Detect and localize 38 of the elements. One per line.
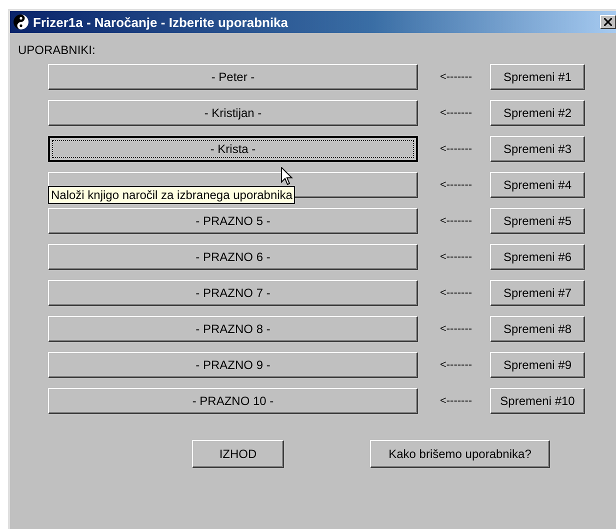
arrow-text: <-------: [438, 71, 474, 83]
user-button[interactable]: - Peter -: [48, 64, 418, 90]
window-title: Frizer1a - Naročanje - Izberite uporabnika: [33, 14, 290, 30]
help-button[interactable]: Kako brišemo uporabnika?: [370, 440, 550, 468]
arrow-text: <-------: [438, 215, 474, 227]
edit-button[interactable]: Spremeni #10: [490, 388, 585, 414]
user-button[interactable]: - Kristijan -: [48, 100, 418, 126]
arrow-text: <-------: [438, 359, 474, 371]
arrow-text: <-------: [438, 395, 474, 407]
user-button[interactable]: - PRAZNO 5 -: [48, 208, 418, 234]
section-label: UPORABNIKI:: [18, 43, 96, 59]
edit-button[interactable]: Spremeni #5: [490, 208, 585, 234]
close-button[interactable]: [600, 15, 616, 29]
cursor-icon: [281, 167, 293, 186]
arrow-text: <-------: [438, 179, 474, 191]
edit-button[interactable]: Spremeni #1: [490, 64, 585, 90]
edit-button[interactable]: Spremeni #2: [490, 100, 585, 126]
user-button[interactable]: - Krista -: [48, 136, 418, 162]
close-icon: [604, 18, 612, 26]
arrow-text: <-------: [438, 323, 474, 335]
arrow-text: <-------: [438, 107, 474, 119]
edit-button[interactable]: Spremeni #3: [490, 136, 585, 162]
edit-button[interactable]: Spremeni #6: [490, 244, 585, 270]
exit-button[interactable]: IZHOD: [192, 440, 284, 468]
edit-button[interactable]: Spremeni #8: [490, 316, 585, 342]
yin-yang-icon: [13, 14, 29, 30]
arrow-text: <-------: [438, 143, 474, 155]
edit-button[interactable]: Spremeni #4: [490, 172, 585, 198]
tooltip: Naloži knjigo naročil za izbranega uporabnika: [48, 186, 296, 204]
user-button[interactable]: - PRAZNO 9 -: [48, 352, 418, 378]
edit-button[interactable]: Spremeni #7: [490, 280, 585, 306]
user-button[interactable]: - PRAZNO 10 -: [48, 388, 418, 414]
arrow-text: <-------: [438, 251, 474, 263]
user-button[interactable]: - PRAZNO 6 -: [48, 244, 418, 270]
user-button[interactable]: - PRAZNO 7 -: [48, 280, 418, 306]
arrow-text: <-------: [438, 287, 474, 299]
user-button[interactable]: - PRAZNO 8 -: [48, 316, 418, 342]
edit-button[interactable]: Spremeni #9: [490, 352, 585, 378]
